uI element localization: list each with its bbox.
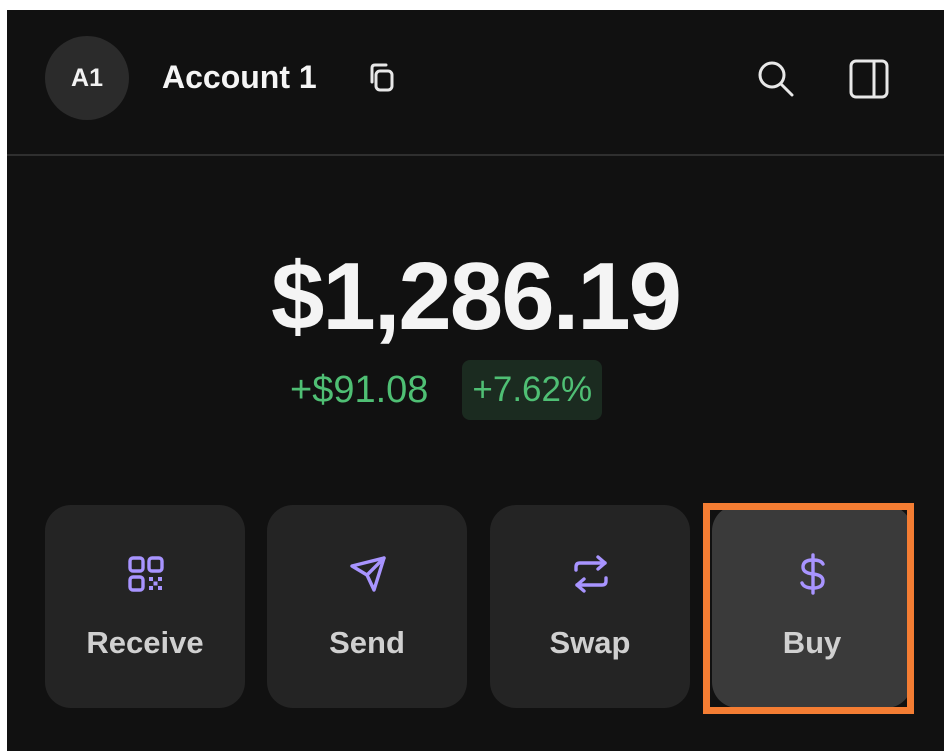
sidebar-toggle-icon[interactable]	[845, 56, 891, 102]
total-balance: $1,286.19	[270, 243, 682, 350]
swap-icon	[570, 553, 612, 595]
send-button[interactable]: Send	[267, 505, 467, 708]
buy-button[interactable]: Buy	[712, 505, 912, 708]
send-icon	[347, 553, 389, 595]
send-label: Send	[329, 625, 405, 660]
account-name[interactable]: Account 1	[162, 56, 317, 98]
receive-label: Receive	[86, 625, 204, 660]
account-header: A1 Account 1	[7, 10, 944, 156]
receive-button[interactable]: Receive	[45, 505, 245, 708]
qr-code-icon	[125, 553, 167, 595]
search-icon[interactable]	[753, 56, 799, 102]
swap-button[interactable]: Swap	[490, 505, 690, 708]
wallet-panel: A1 Account 1 $1,286.19 +$91.08 +7.62% Re…	[7, 10, 944, 751]
buy-label: Buy	[782, 625, 842, 660]
change-percent-badge: +7.62%	[462, 360, 603, 420]
quick-actions: Receive Send Swap Buy	[45, 505, 925, 710]
account-avatar[interactable]: A1	[45, 36, 129, 120]
balance-change: +$91.08 +7.62%	[290, 360, 603, 420]
swap-label: Swap	[549, 625, 631, 660]
dollar-icon	[792, 553, 834, 595]
change-amount: +$91.08	[290, 369, 429, 411]
copy-icon[interactable]	[363, 60, 399, 96]
